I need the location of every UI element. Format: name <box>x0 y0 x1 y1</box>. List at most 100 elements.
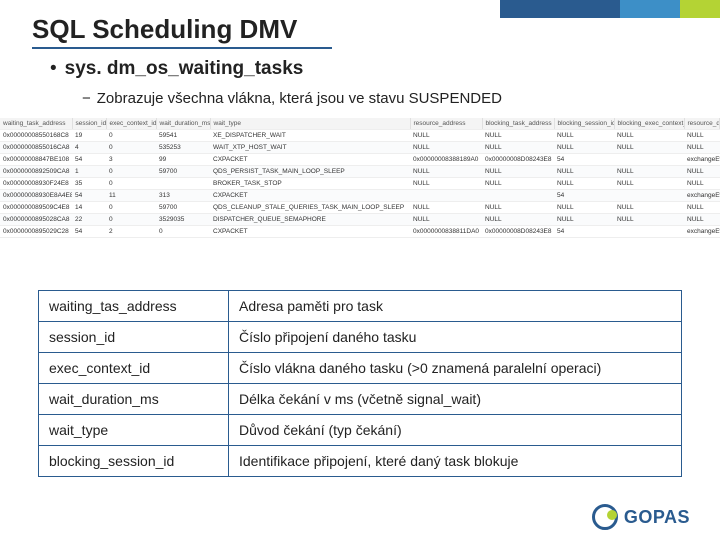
grid-cell: NULL <box>410 142 482 154</box>
def-row: wait_duration_msDélka čekání v ms (včetn… <box>39 384 682 415</box>
grid-cell: CXPACKET <box>210 154 410 166</box>
header-color-bar <box>500 0 720 18</box>
def-col-desc: Důvod čekání (typ čekání) <box>229 415 682 446</box>
dmv-results-grid: waiting_task_addresssession_idexec_conte… <box>0 118 720 238</box>
grid-cell: 0x0000000895029C28 <box>0 226 72 238</box>
grid-cell: 535253 <box>156 142 210 154</box>
def-col-name: session_id <box>39 322 229 353</box>
def-col-name: exec_context_id <box>39 353 229 384</box>
grid-cell: NULL <box>482 166 554 178</box>
grid-cell: CXPACKET <box>210 190 410 202</box>
grid-cell: 54 <box>554 190 614 202</box>
gopas-logo: GOPAS <box>592 504 690 530</box>
grid-cell: 54 <box>554 154 614 166</box>
grid-cell: NULL <box>482 130 554 142</box>
grid-header-row: waiting_task_addresssession_idexec_conte… <box>0 118 720 130</box>
grid-cell: 0x0000000892509CA8 <box>0 166 72 178</box>
grid-cell: NULL <box>684 214 720 226</box>
grid-cell: NULL <box>554 178 614 190</box>
grid-cell <box>614 226 684 238</box>
grid-col-9: resource_description <box>684 118 720 130</box>
grid-cell: NULL <box>554 202 614 214</box>
grid-cell: BROKER_TASK_STOP <box>210 178 410 190</box>
grid-cell: QDS_CLEANUP_STALE_QUERIES_TASK_MAIN_LOOP… <box>210 202 410 214</box>
grid-cell: 0x00000008930E8A4E8 <box>0 190 72 202</box>
grid-row: 0x0000000855016CA840535253WAIT_XTP_HOST_… <box>0 142 720 154</box>
bullet-level-2: −Zobrazuje všechna vlákna, která jsou ve… <box>82 90 502 107</box>
grid-cell: 0x00000008D08243E8 <box>482 154 554 166</box>
grid-cell: NULL <box>554 142 614 154</box>
grid-cell: NULL <box>482 202 554 214</box>
grid-row: 0x00000008847BE10854399CXPACKET0x0000000… <box>0 154 720 166</box>
grid-cell: 0 <box>106 166 156 178</box>
grid-cell: 0x000000089509C4E8 <box>0 202 72 214</box>
grid-cell: XE_DISPATCHER_WAIT <box>210 130 410 142</box>
grid-cell: 0x0000000838811DA0 <box>410 226 482 238</box>
grid-cell: NULL <box>410 130 482 142</box>
grid-cell <box>156 178 210 190</box>
grid-col-0: waiting_task_address <box>0 118 72 130</box>
def-row: waiting_tas_addressAdresa paměti pro tas… <box>39 291 682 322</box>
slide-title: SQL Scheduling DMV <box>32 14 332 49</box>
grid-cell: NULL <box>482 142 554 154</box>
grid-col-6: blocking_task_address <box>482 118 554 130</box>
grid-row: 0x0000000892509CA81059700QDS_PERSIST_TAS… <box>0 166 720 178</box>
logo-text: GOPAS <box>624 507 690 528</box>
grid-cell: 0x00000008388189A0 <box>410 154 482 166</box>
grid-cell: 54 <box>72 190 106 202</box>
grid-cell: NULL <box>410 214 482 226</box>
def-col-desc: Délka čekání v ms (včetně signal_wait) <box>229 384 682 415</box>
def-col-name: wait_type <box>39 415 229 446</box>
grid-cell: NULL <box>554 214 614 226</box>
column-definitions-table: waiting_tas_addressAdresa paměti pro tas… <box>38 290 682 477</box>
grid-cell: 0x00000008D08243E8 <box>482 226 554 238</box>
grid-cell: NULL <box>410 166 482 178</box>
logo-ring-icon <box>592 504 618 530</box>
grid-col-4: wait_type <box>210 118 410 130</box>
bullet-level-1: • sys. dm_os_waiting_tasks <box>50 58 303 80</box>
grid-cell: 35 <box>72 178 106 190</box>
grid-cell: 0x0000000895028CA8 <box>0 214 72 226</box>
grid-cell: NULL <box>614 130 684 142</box>
grid-col-5: resource_address <box>410 118 482 130</box>
grid-cell: 0 <box>156 226 210 238</box>
grid-row: 0x000000089509C4E814059700QDS_CLEANUP_ST… <box>0 202 720 214</box>
grid-cell: 14 <box>72 202 106 214</box>
grid-cell <box>482 190 554 202</box>
grid-cell: NULL <box>614 166 684 178</box>
grid-cell: NULL <box>482 214 554 226</box>
bullet1-text: sys. dm_os_waiting_tasks <box>65 58 304 79</box>
grid-row: 0x0000000895028CA82203529035DISPATCHER_Q… <box>0 214 720 226</box>
grid-cell: 54 <box>72 226 106 238</box>
grid-cell: exchangeEvent id=Pipe838cfe20 WaitType=e… <box>684 226 720 238</box>
grid-cell: 4 <box>72 142 106 154</box>
grid-cell: 0 <box>106 214 156 226</box>
grid-col-3: wait_duration_ms <box>156 118 210 130</box>
grid-col-8: blocking_exec_context_id <box>614 118 684 130</box>
grid-cell: 0 <box>106 202 156 214</box>
grid-cell: NULL <box>482 178 554 190</box>
grid-cell: 3529035 <box>156 214 210 226</box>
grid-cell: NULL <box>684 166 720 178</box>
bullet-dot: • <box>50 58 57 79</box>
grid-cell: 11 <box>106 190 156 202</box>
def-col-desc: Identifikace připojení, které daný task … <box>229 446 682 477</box>
grid-cell: NULL <box>684 142 720 154</box>
grid-cell: 313 <box>156 190 210 202</box>
grid-cell: 59700 <box>156 166 210 178</box>
grid-row: 0x00000008550168C819059541XE_DISPATCHER_… <box>0 130 720 142</box>
def-col-name: waiting_tas_address <box>39 291 229 322</box>
grid-col-1: session_id <box>72 118 106 130</box>
grid-col-2: exec_context_id <box>106 118 156 130</box>
grid-cell: NULL <box>684 130 720 142</box>
def-col-desc: Adresa paměti pro task <box>229 291 682 322</box>
def-col-desc: Číslo připojení daného tasku <box>229 322 682 353</box>
def-col-desc: Číslo vlákna daného tasku (>0 znamená pa… <box>229 353 682 384</box>
grid-cell: 54 <box>554 226 614 238</box>
def-col-name: wait_duration_ms <box>39 384 229 415</box>
grid-cell: NULL <box>410 178 482 190</box>
def-row: exec_context_idČíslo vlákna daného tasku… <box>39 353 682 384</box>
grid-cell: QDS_PERSIST_TASK_MAIN_LOOP_SLEEP <box>210 166 410 178</box>
grid-cell: 0 <box>106 178 156 190</box>
grid-cell: 0 <box>106 142 156 154</box>
